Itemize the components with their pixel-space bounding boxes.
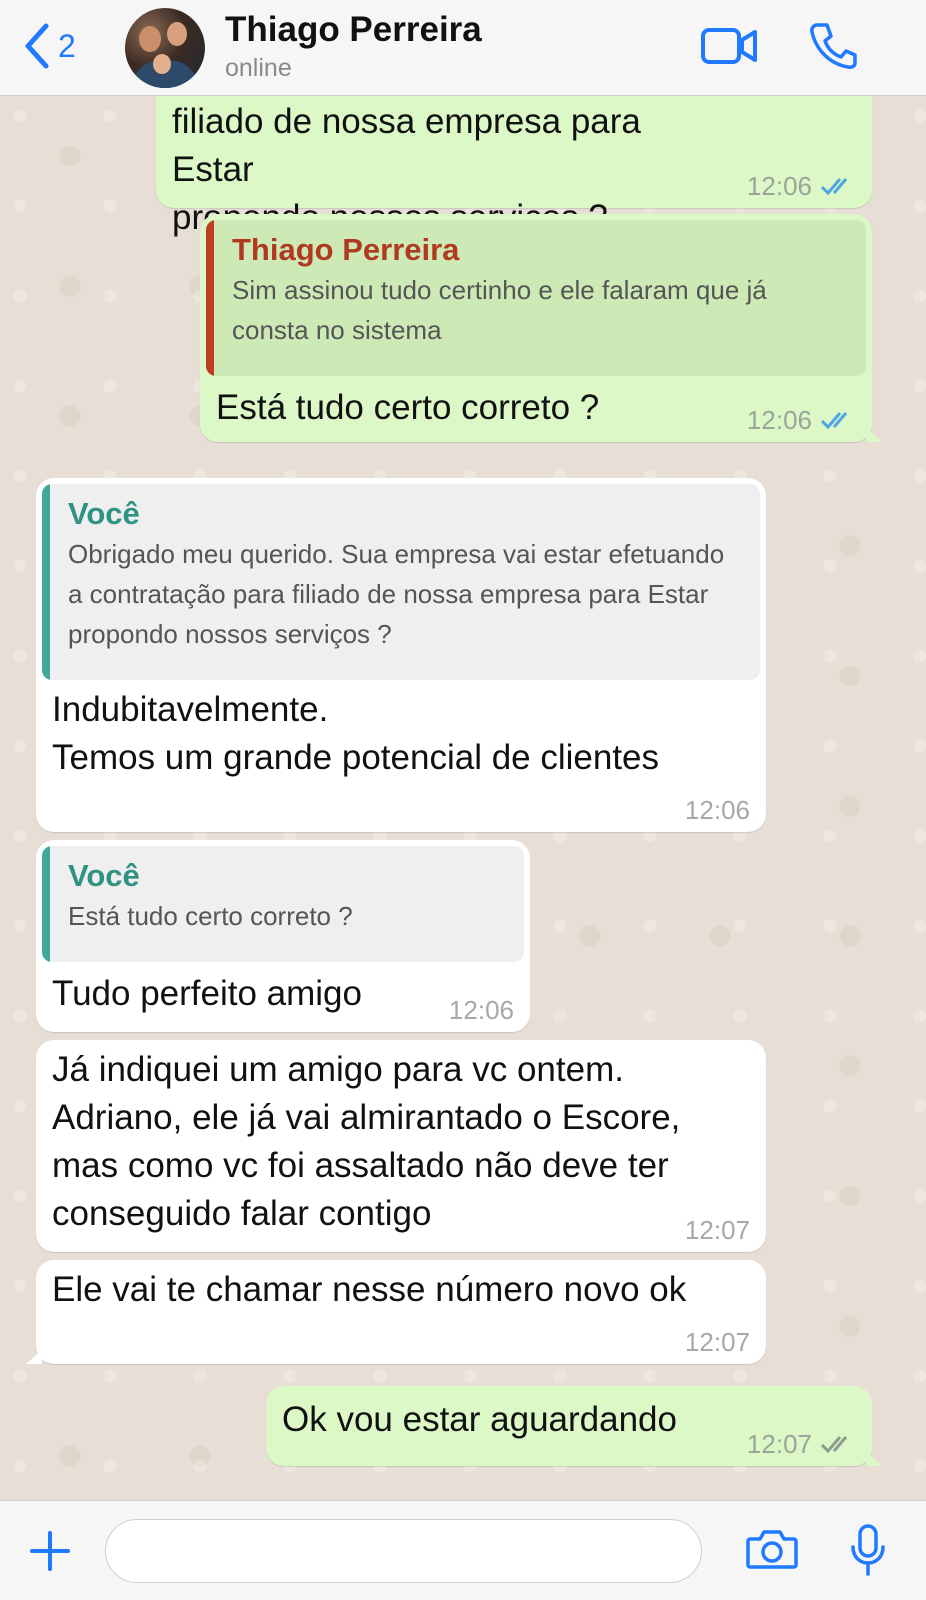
message-time: 12:06 [746,405,812,435]
quoted-author: Você [68,858,140,893]
message-meta: 12:07 [685,1326,750,1358]
message-text: Tudo perfeito amigo [52,974,362,1013]
video-call-button[interactable] [700,26,758,71]
quoted-author: Thiago Perreira [232,232,460,267]
message-input[interactable] [105,1519,702,1583]
message-time: 12:06 [448,995,514,1025]
read-receipt-icon [820,178,848,196]
camera-button[interactable] [746,1527,798,1576]
quoted-author: Você [68,496,140,531]
message-bubble-incoming[interactable]: Você Está tudo certo correto ? Tudo perf… [36,840,530,1032]
message-time: 12:07 [746,1429,812,1459]
message-bubble-incoming[interactable]: Ele vai te chamar nesse número novo ok 1… [26,1260,766,1364]
message-meta: 12:07 [685,1214,750,1246]
message-meta: 12:06 [685,794,750,826]
message-text: Já indiquei um amigo para vc ontem. Adri… [52,1050,681,1233]
camera-icon [746,1530,798,1569]
message-bubble-outgoing[interactable]: Ok vou estar aguardando 12:07 [266,1386,882,1466]
video-call-icon [701,28,757,64]
message-time: 12:07 [684,1215,750,1245]
quoted-text: Está tudo certo correto ? [68,901,353,931]
message-text: Indubitavelmente. Temos um grande potenc… [52,690,660,777]
delivered-receipt-icon [820,1436,848,1454]
message-bubble-outgoing[interactable]: filiado de nossa empresa para Estar prop… [156,96,872,237]
phone-icon [810,23,857,69]
message-text: Ok vou estar aguardando [282,1400,677,1439]
message-time: 12:07 [684,1327,750,1357]
plus-icon [30,1531,70,1571]
quoted-message[interactable]: Você Está tudo certo correto ? [42,846,524,962]
message-meta: 12:06 [747,404,856,436]
quoted-message[interactable]: Thiago Perreira Sim assinou tudo certinh… [206,220,866,376]
message-bubble-outgoing[interactable]: Thiago Perreira Sim assinou tudo certinh… [200,214,882,442]
avatar[interactable] [125,8,205,88]
quoted-text: Obrigado meu querido. Sua empresa vai es… [68,539,725,649]
message-bubble-incoming[interactable]: Você Obrigado meu querido. Sua empresa v… [36,478,766,832]
read-receipt-icon [820,412,848,430]
microphone-icon [851,1524,885,1576]
message-meta: 12:07 [747,1428,856,1460]
chat-header: 2 Thiago Perreira online [0,0,926,96]
message-list[interactable]: filiado de nossa empresa para Estar prop… [0,96,926,1500]
message-meta: 12:06 [449,994,514,1026]
message-time: 12:06 [684,795,750,825]
contact-name[interactable]: Thiago Perreira [225,10,482,50]
attach-button[interactable] [28,1529,72,1578]
message-bubble-incoming[interactable]: Já indiquei um amigo para vc ontem. Adri… [36,1040,766,1252]
contact-status: online [225,54,292,82]
chevron-left-icon [25,23,49,69]
back-button[interactable]: 2 [22,22,76,70]
quoted-message[interactable]: Você Obrigado meu querido. Sua empresa v… [42,484,760,680]
voice-call-button[interactable] [808,20,858,75]
compose-bar [0,1500,926,1600]
message-text: Está tudo certo correto ? [216,388,600,427]
message-time: 12:06 [746,171,812,201]
message-meta: 12:06 [747,170,856,202]
microphone-button[interactable] [848,1523,888,1582]
message-text: Ele vai te chamar nesse número novo ok [52,1270,687,1309]
unread-count: 2 [58,27,76,64]
quoted-text: Sim assinou tudo certinho e ele falaram … [232,275,767,345]
